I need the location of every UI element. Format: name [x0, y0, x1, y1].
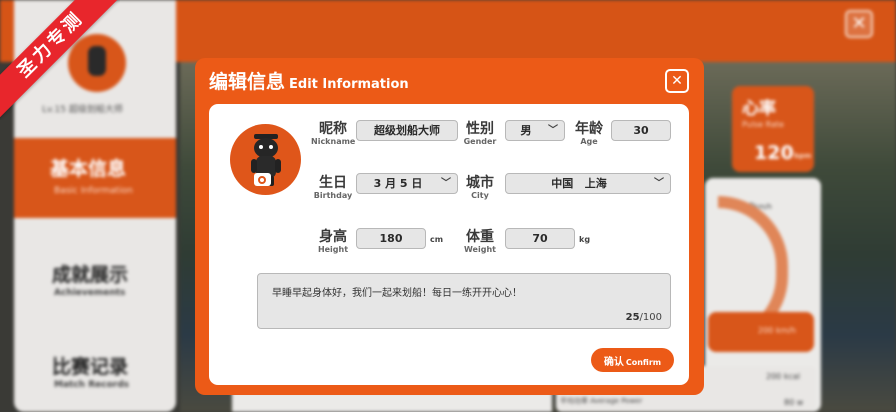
height-field[interactable]: 180 [356, 228, 426, 249]
birthday-label: 生日 Birthday [313, 175, 353, 200]
chevron-down-icon: ﹀ [441, 178, 451, 189]
city-value: 中国 上海 [551, 177, 607, 190]
pulse-subtitle: Pulse Rate [742, 120, 784, 129]
nickname-label: 昵称 Nickname [311, 121, 356, 146]
confirm-button[interactable]: 确认 Confirm [591, 348, 674, 372]
power-label: 平均功率 Average Power [560, 397, 643, 405]
close-icon: ✕ [671, 73, 683, 89]
bio-text: 早睡早起身体好，我们一起来划船！每日一练开开心心！ [272, 288, 522, 299]
dialog-title-en: Edit Information [289, 77, 409, 92]
gender-value: 男 [520, 124, 532, 137]
dialog-title-cn: 编辑信息 [209, 71, 286, 93]
camera-icon[interactable] [254, 173, 271, 186]
height-label: 身高 Height [317, 229, 349, 254]
tab-label: 基本信息 [50, 158, 127, 180]
sidebar-tab-basic-info: 基本信息 Basic Information [14, 138, 176, 218]
calorie-value: 200 kcal [766, 372, 800, 381]
tab-label: 成就展示 [52, 264, 129, 286]
confirm-sublabel: Confirm [625, 358, 662, 367]
bio-textarea[interactable]: 早睡早起身体好，我们一起来划船！每日一练开开心心！ 25/100 [257, 273, 671, 329]
chevron-down-icon: ﹀ [654, 178, 664, 189]
age-field[interactable]: 30 [611, 120, 671, 141]
chevron-down-icon: ﹀ [548, 125, 558, 136]
age-label: 年龄 Age [575, 121, 603, 146]
dialog-title: 编辑信息 Edit Information [209, 67, 409, 94]
close-icon: ✕ [845, 10, 873, 38]
birthday-value: 3 月 5 日 [373, 177, 423, 190]
weight-label: 体重 Weight [464, 229, 496, 254]
height-unit: cm [430, 235, 444, 244]
tab-label: 比赛记录 [52, 356, 129, 378]
corner-ribbon: 圣力专测 [0, 0, 120, 120]
ribbon-label: 圣力专测 [0, 0, 120, 120]
weight-unit: kg [579, 235, 591, 244]
gender-label: 性别 Gender [463, 121, 497, 146]
speed-bar: 200 km/h [708, 312, 814, 352]
weight-field[interactable]: 70 [505, 228, 575, 249]
tab-sublabel: Basic Information [54, 186, 133, 196]
close-button[interactable]: ✕ [665, 69, 689, 93]
confirm-label: 确认 [603, 357, 624, 368]
birthday-select[interactable]: 3 月 5 日 ﹀ [356, 173, 458, 194]
pulse-value: 120 [754, 142, 794, 164]
power-value: 80 w [784, 398, 804, 407]
city-label: 城市 City [466, 175, 494, 200]
bio-char-count: 25/100 [625, 312, 662, 323]
pulse-rate-card: 心率 Pulse Rate 120 bpm [732, 86, 814, 172]
gender-select[interactable]: 男 ﹀ [505, 120, 565, 141]
dialog-body: 昵称 Nickname 超级划船大师 性别 Gender 男 ﹀ 年龄 Age 30 … [209, 104, 689, 385]
nickname-field[interactable]: 超级划船大师 [356, 120, 458, 141]
sidebar-tab-achievements: 成就展示 Achievements [14, 250, 176, 320]
city-select[interactable]: 中国 上海 ﹀ [505, 173, 671, 194]
bottom-strip [232, 392, 552, 412]
sidebar-tab-match-records: 比赛记录 Match Records [14, 342, 176, 412]
pulse-unit: bpm [794, 152, 812, 160]
edit-information-dialog: 编辑信息 Edit Information ✕ 昵称 Nickname 超级划船… [195, 58, 704, 395]
tab-sublabel: Match Records [54, 380, 129, 390]
pulse-title: 心率 [742, 99, 776, 119]
tab-sublabel: Achievements [54, 288, 126, 298]
